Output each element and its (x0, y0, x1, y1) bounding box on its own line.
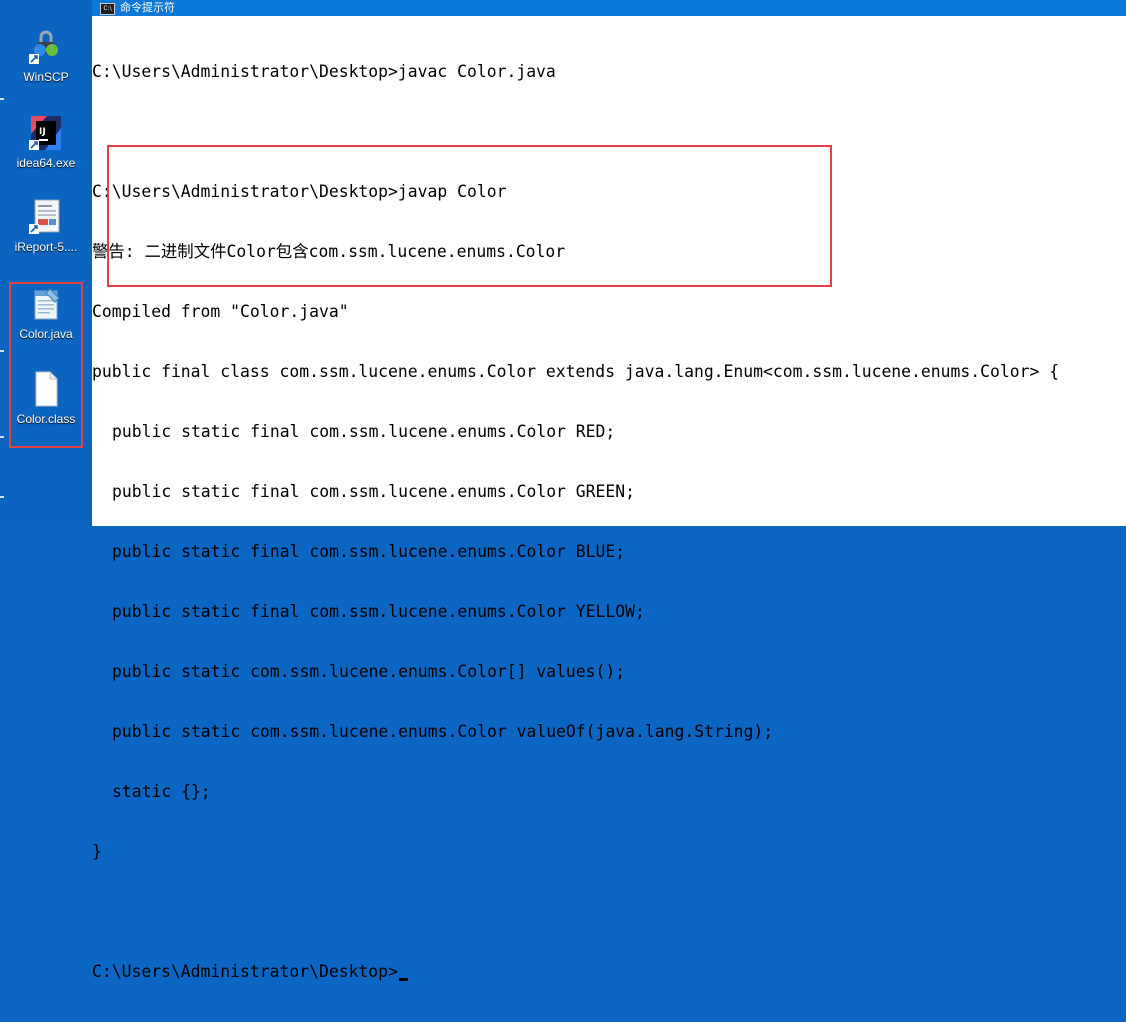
console-line: public final class com.ssm.lucene.enums.… (92, 362, 1060, 381)
console-line: Compiled from "Color.java" (92, 302, 349, 321)
desktop-icon-label: idea64.exe (16, 156, 76, 170)
edge-marker (0, 436, 4, 438)
console-line: public static com.ssm.lucene.enums.Color… (112, 722, 774, 741)
edge-marker (0, 350, 4, 352)
console-line: public static final com.ssm.lucene.enums… (112, 482, 636, 501)
desktop-icon-ireport[interactable]: iReport-5.... (4, 198, 88, 254)
desktop-icon-idea64[interactable]: IJ idea64.exe (4, 114, 88, 170)
prompt-line[interactable]: C:\Users\Administrator\Desktop> (92, 962, 1126, 982)
console-line: static {}; (112, 782, 211, 801)
highlight-box (9, 282, 83, 448)
console-line: C:\Users\Administrator\Desktop>javac Col… (92, 62, 556, 81)
desktop-strip: WinSCP IJ idea64.exe iReport-5.... Color… (0, 0, 92, 526)
window-titlebar[interactable]: C:\ 命令提示符 (92, 0, 1126, 16)
console-line: public static com.ssm.lucene.enums.Color… (112, 662, 626, 681)
edge-marker (0, 496, 4, 498)
prompt-text: C:\Users\Administrator\Desktop> (92, 962, 398, 981)
desktop-icon-winscp[interactable]: WinSCP (4, 28, 88, 84)
ireport-icon (29, 198, 63, 236)
desktop-icon-label: WinSCP (23, 70, 69, 84)
text-cursor (398, 978, 408, 981)
window-title: 命令提示符 (120, 1, 175, 14)
console-line: public static final com.ssm.lucene.enums… (112, 542, 626, 561)
console-line: public static final com.ssm.lucene.enums… (112, 602, 645, 621)
command-prompt-window[interactable]: C:\ 命令提示符 C:\Users\Administrator\Desktop>… (92, 0, 1126, 981)
svg-text:IJ: IJ (39, 127, 46, 137)
console-line: } (92, 842, 102, 861)
desktop-icon-label: iReport-5.... (14, 240, 78, 254)
winscp-icon (29, 28, 63, 66)
edge-marker (0, 98, 4, 100)
console-line: public static final com.ssm.lucene.enums… (112, 422, 616, 441)
intellij-icon: IJ (29, 114, 63, 152)
cmd-icon: C:\ (100, 3, 115, 15)
highlight-box (107, 145, 832, 287)
